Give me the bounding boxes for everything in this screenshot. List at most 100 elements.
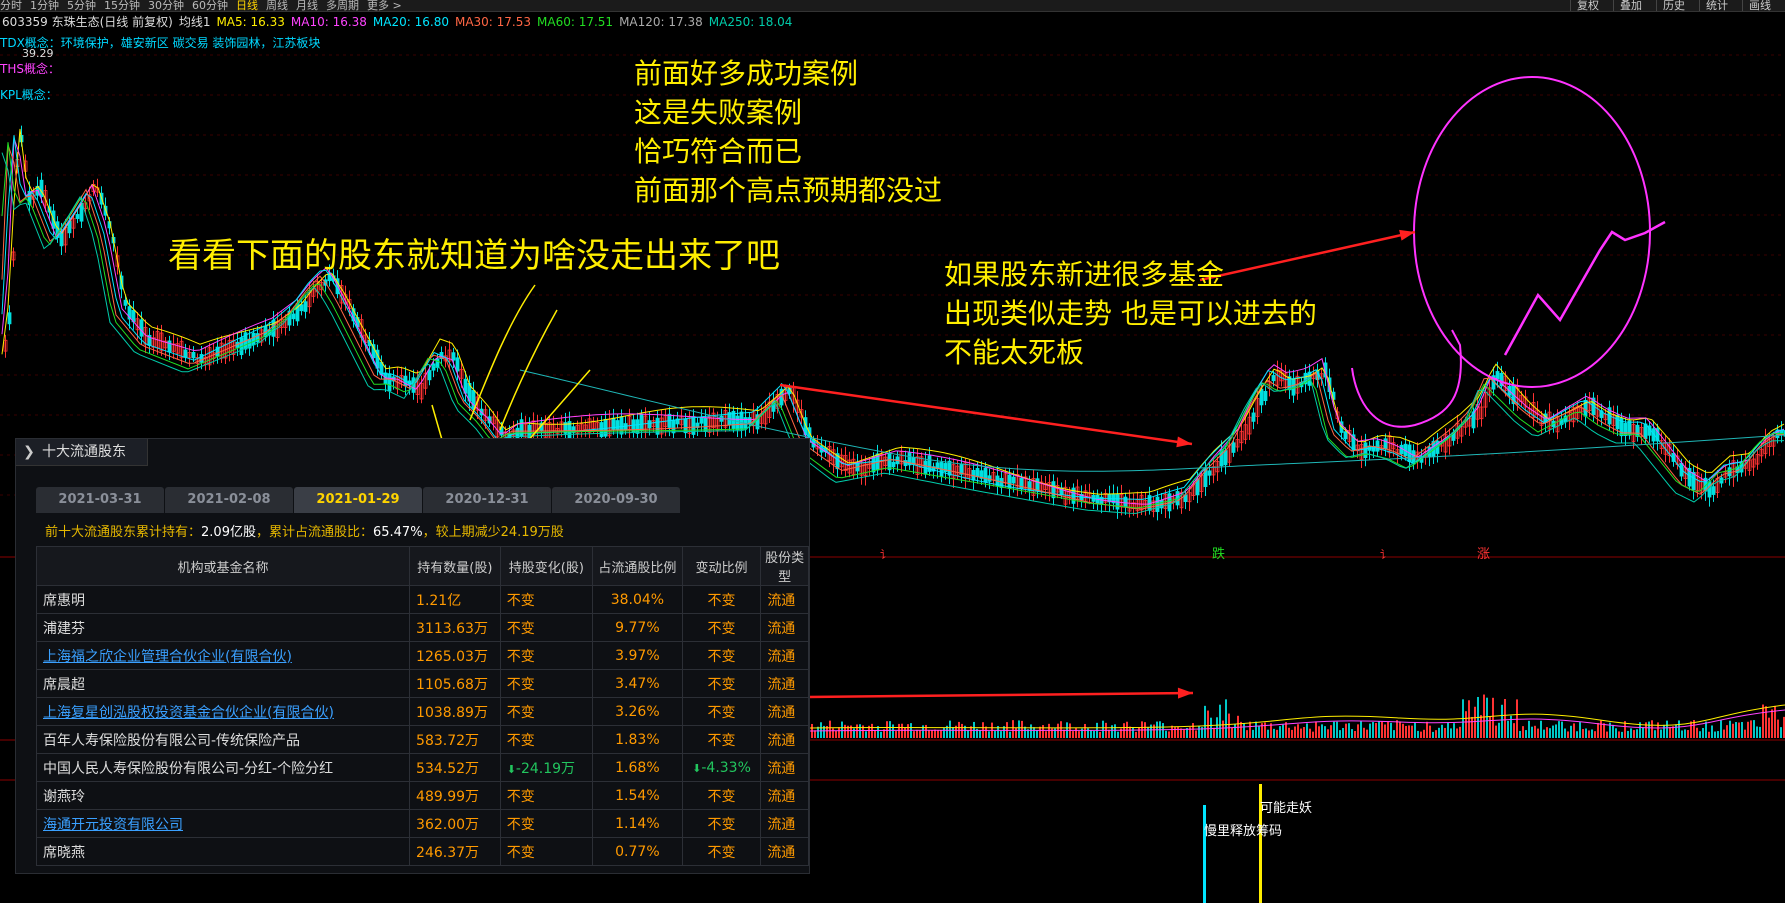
column-header[interactable]: 持股变化(股) — [499, 546, 594, 586]
ma-group-selector[interactable]: 均线1 — [179, 15, 211, 29]
holder-name[interactable]: 上海福之欣企业管理合伙企业(有限合伙) — [35, 641, 411, 670]
chart-tool-button[interactable]: 统计 — [1699, 0, 1734, 11]
summary-ratio: 65.47% — [372, 525, 423, 540]
period-tab[interactable]: 日线 — [236, 0, 258, 11]
volume-bar — [1135, 731, 1137, 738]
annotation-not-rigid: 不能太死板 — [944, 336, 1085, 369]
volume-bar — [1519, 730, 1521, 738]
volume-bar — [1651, 720, 1653, 738]
volume-bar — [1636, 729, 1638, 738]
yellow-stroke — [469, 284, 536, 421]
period-tab[interactable]: 分时 — [0, 0, 22, 11]
share-type-text: 流通 — [767, 676, 796, 693]
chart-tool-button[interactable]: 叠加 — [1613, 0, 1648, 11]
period-tab[interactable]: 多周期 — [326, 0, 359, 11]
volume-bar — [1351, 729, 1353, 738]
volume-bar — [961, 723, 963, 738]
period-tab[interactable]: 月线 — [296, 0, 318, 11]
volume-bar — [937, 729, 939, 738]
table-row[interactable]: 浦建芬 3113.63万 不变 9.77% 不变 流通 — [35, 613, 809, 642]
candle-body — [1251, 412, 1256, 422]
volume-bar — [1495, 725, 1497, 738]
volume-bar — [1720, 720, 1722, 738]
chart-tool-button[interactable]: 复权 — [1570, 0, 1605, 11]
volume-bar — [1357, 724, 1359, 738]
volume-bar — [1615, 728, 1617, 738]
candle-body — [451, 352, 456, 361]
red-arrow — [1199, 230, 1416, 282]
holding-change-text: 不变 — [506, 620, 535, 637]
table-row[interactable]: 上海复星创泓股权投资基金合伙企业(有限合伙) 1038.89万 不变 3.26% 不变 流… — [35, 697, 809, 726]
volume-bar — [1732, 723, 1734, 738]
volume-bar — [1219, 704, 1221, 738]
share-type: 流通 — [760, 725, 809, 754]
table-row[interactable]: 谢燕玲 489.99万 不变 1.54% 不变 流通 — [35, 781, 809, 810]
event-marker-b: 讠 — [1380, 548, 1391, 561]
candle-body — [599, 422, 604, 438]
volume-bar — [1216, 717, 1218, 738]
annotation-success-cases: 前面好多成功案例 — [634, 57, 859, 90]
holder-name[interactable]: 海通开元投资有限公司 — [35, 809, 411, 838]
table-row[interactable]: 上海福之欣企业管理合伙企业(有限合伙) 1265.03万 不变 3.97% 不变 流通 — [35, 641, 809, 670]
candle-body — [615, 420, 620, 430]
volume-bar — [1516, 699, 1518, 738]
volume-bar — [1675, 724, 1677, 738]
column-header[interactable]: 机构或基金名称 — [35, 546, 411, 586]
candle-body — [1223, 450, 1228, 466]
table-row[interactable]: 百年人寿保险股份有限公司-传统保险产品 583.72万 不变 1.83% 不变 流通 — [35, 725, 809, 754]
column-header[interactable]: 股份类型 — [760, 546, 809, 586]
float-share-pct-text: 3.26% — [615, 703, 660, 720]
volume-bar — [1435, 730, 1437, 738]
chart-tool-button[interactable]: 历史 — [1656, 0, 1691, 11]
volume-bar — [1384, 724, 1386, 738]
volume-bar — [1456, 728, 1458, 738]
period-tab[interactable]: 周线 — [266, 0, 288, 11]
report-date-tab[interactable]: 2020-12-31 — [423, 487, 551, 513]
chart-tool-button[interactable]: 画线 — [1742, 0, 1777, 11]
holding-qty-text: 1105.68万 — [416, 676, 488, 693]
volume-bar — [1759, 726, 1761, 738]
volume-ma-line — [807, 704, 1785, 729]
report-date-tab[interactable]: 2020-09-30 — [552, 487, 680, 513]
volume-bar — [1507, 720, 1509, 738]
report-date-tab[interactable]: 2021-03-31 — [36, 487, 164, 513]
period-tab[interactable]: 15分钟 — [104, 0, 140, 11]
volume-bar — [1009, 731, 1011, 738]
share-type: 流通 — [760, 641, 809, 670]
table-row[interactable]: 席晓燕 246.37万 不变 0.77% 不变 流通 — [35, 837, 809, 866]
volume-bar — [814, 730, 816, 738]
table-row[interactable]: 中国人民人寿保险股份有限公司-分红-个险分红 534.52万 ⬇-24.19万 1.6… — [35, 753, 809, 782]
table-row[interactable]: 海通开元投资有限公司 362.00万 不变 1.14% 不变 流通 — [35, 809, 809, 838]
volume-bar — [1129, 726, 1131, 738]
candle-body — [647, 420, 652, 429]
period-tab[interactable]: 30分钟 — [148, 0, 184, 11]
holder-name: 席晨超 — [35, 669, 411, 698]
table-row[interactable]: 席惠明 1.21亿 不变 38.04% 不变 流通 — [35, 585, 809, 614]
report-date-tab[interactable]: 2021-01-29 — [294, 487, 422, 513]
candle-body — [975, 467, 980, 478]
volume-bar — [859, 724, 861, 738]
volume-bar — [1321, 724, 1323, 738]
column-header[interactable]: 持有数量(股) — [409, 546, 501, 586]
holder-name[interactable]: 上海复星创泓股权投资基金合伙企业(有限合伙) — [35, 697, 411, 726]
column-header[interactable]: 变动比例 — [681, 546, 762, 586]
volume-bar — [892, 724, 894, 738]
volume-bar — [1336, 721, 1338, 738]
red-arrowhead — [1177, 687, 1193, 699]
period-tab[interactable]: 1分钟 — [30, 0, 59, 11]
report-date-tab[interactable]: 2021-02-08 — [165, 487, 293, 513]
holder-name-text: 席晓燕 — [43, 844, 85, 861]
table-row[interactable]: 席晨超 1105.68万 不变 3.47% 不变 流通 — [35, 669, 809, 698]
volume-bar — [1396, 720, 1398, 738]
column-header[interactable]: 占流通股比例 — [592, 546, 683, 586]
panel-header[interactable]: ❯ 十大流通股东 — [16, 439, 148, 466]
holding-qty-text: 489.99万 — [416, 788, 480, 805]
volume-bar — [1225, 699, 1227, 738]
holding-qty-text: 3113.63万 — [416, 620, 488, 637]
volume-bar — [1330, 725, 1332, 738]
volume-bar — [1543, 729, 1545, 738]
period-tab[interactable]: 更多 > — [367, 0, 402, 11]
period-tab[interactable]: 60分钟 — [192, 0, 228, 11]
volume-bar — [1279, 726, 1281, 738]
period-tab[interactable]: 5分钟 — [67, 0, 96, 11]
